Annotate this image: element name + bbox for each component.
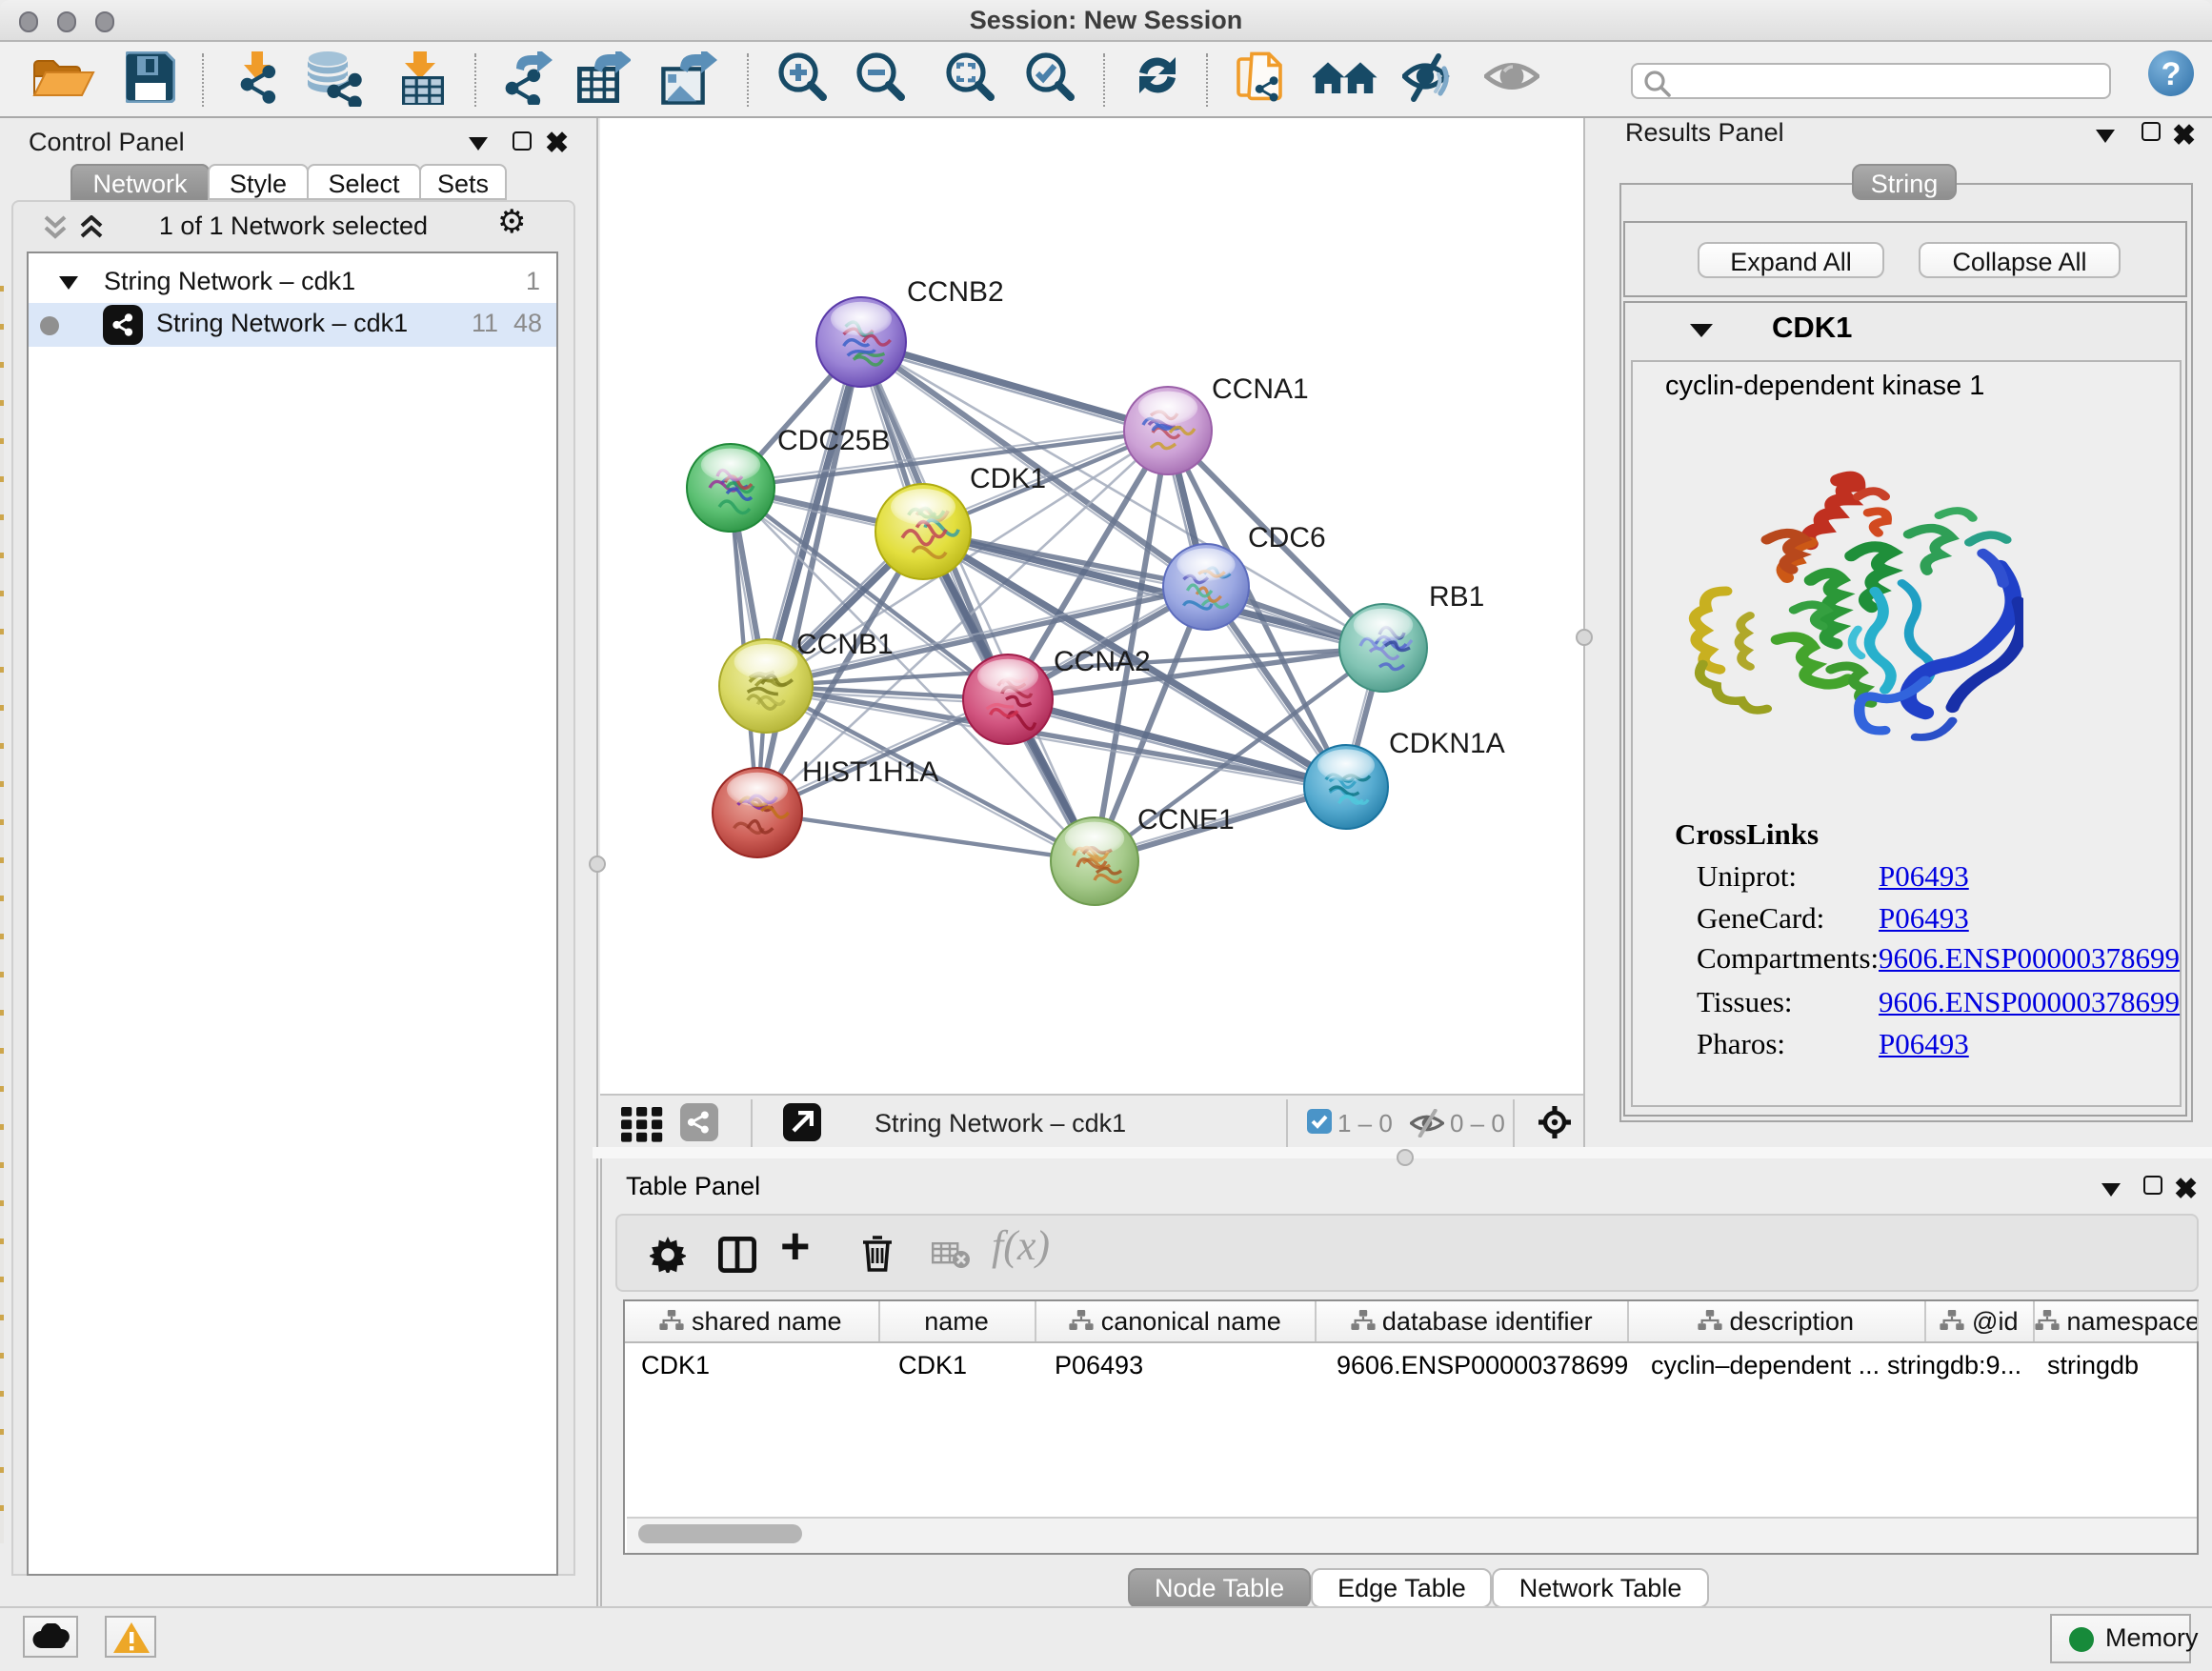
svg-text:CDK1: CDK1 xyxy=(970,462,1046,493)
svg-text:RB1: RB1 xyxy=(1429,580,1484,612)
svg-text:CCNE1: CCNE1 xyxy=(1137,803,1235,835)
svg-text:CCNA2: CCNA2 xyxy=(1054,645,1151,676)
svg-text:CCNA1: CCNA1 xyxy=(1212,372,1309,404)
svg-text:CCNB2: CCNB2 xyxy=(907,275,1004,307)
svg-text:CCNB1: CCNB1 xyxy=(796,628,894,659)
svg-text:HIST1H1A: HIST1H1A xyxy=(802,755,938,787)
svg-text:CDKN1A: CDKN1A xyxy=(1389,727,1505,758)
svg-text:CDC25B: CDC25B xyxy=(777,424,890,455)
svg-text:?: ? xyxy=(2162,56,2182,92)
svg-text:CDC6: CDC6 xyxy=(1248,521,1326,553)
